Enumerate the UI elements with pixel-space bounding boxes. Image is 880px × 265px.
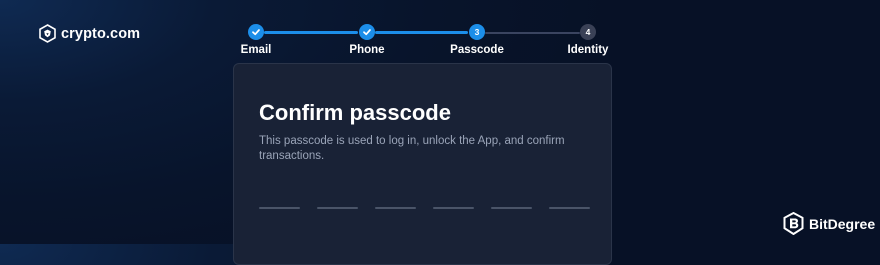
check-icon bbox=[252, 29, 260, 36]
step-label-passcode: Passcode bbox=[450, 44, 504, 56]
check-icon bbox=[363, 29, 371, 36]
step-label-identity: Identity bbox=[567, 44, 609, 56]
bitdegree-watermark: BitDegree bbox=[783, 212, 875, 235]
passcode-digit-5[interactable] bbox=[491, 207, 532, 209]
bitdegree-wordmark: BitDegree bbox=[809, 215, 876, 232]
step-connector-3 bbox=[485, 31, 580, 34]
step-email-indicator bbox=[248, 24, 264, 40]
passcode-digit-2[interactable] bbox=[317, 207, 358, 209]
page-title: Confirm passcode bbox=[259, 100, 451, 125]
step-connector-2 bbox=[375, 31, 468, 34]
confirm-passcode-card: Confirm passcode This passcode is used t… bbox=[233, 63, 612, 265]
step-passcode-indicator: 3 bbox=[469, 24, 485, 40]
passcode-digit-3[interactable] bbox=[375, 207, 416, 209]
bitdegree-logo-icon bbox=[783, 212, 804, 235]
passcode-description: This passcode is used to log in, unlock … bbox=[259, 135, 565, 162]
passcode-input[interactable] bbox=[259, 207, 590, 209]
step-phone-indicator bbox=[359, 24, 375, 40]
step-identity-indicator: 4 bbox=[580, 24, 596, 40]
passcode-digit-4[interactable] bbox=[433, 207, 474, 209]
step-label-phone: Phone bbox=[349, 44, 385, 56]
passcode-digit-6[interactable] bbox=[549, 207, 590, 209]
signup-stepper: 3 4 Email Phone Passcode Identity bbox=[0, 0, 880, 62]
passcode-digit-1[interactable] bbox=[259, 207, 300, 209]
step-label-email: Email bbox=[240, 44, 272, 56]
step-connector-1 bbox=[264, 31, 358, 34]
